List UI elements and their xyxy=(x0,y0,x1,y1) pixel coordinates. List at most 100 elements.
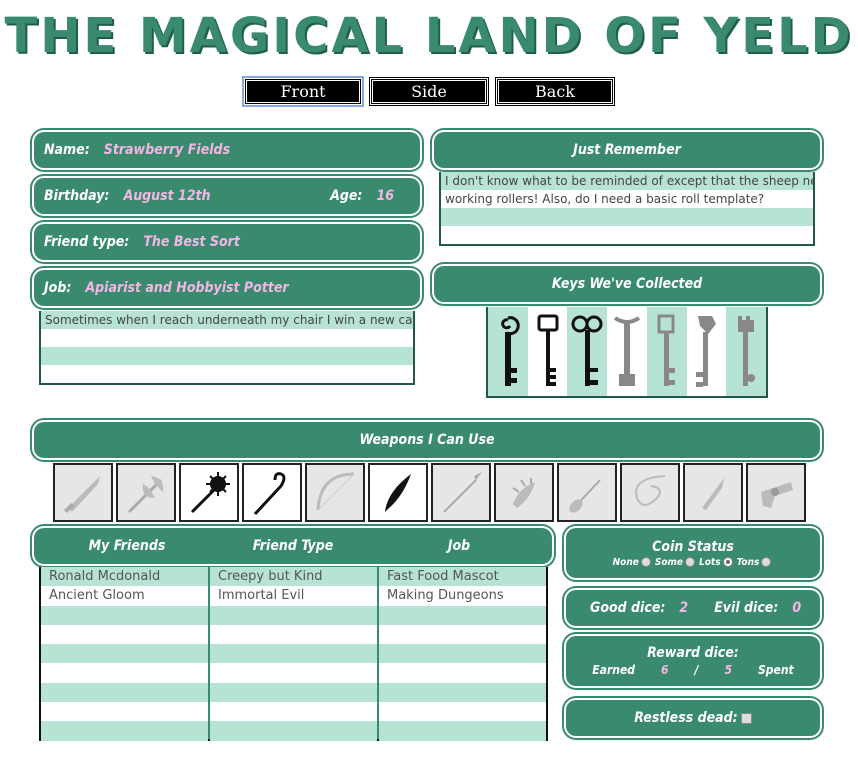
key-slot[interactable] xyxy=(646,307,687,396)
coin-none-radio[interactable] xyxy=(640,557,651,567)
whip-icon xyxy=(635,474,666,506)
crown-key-icon xyxy=(537,314,559,386)
remember-line xyxy=(441,226,813,244)
job-notes[interactable]: Sometimes when I reach underneath my cha… xyxy=(39,311,415,385)
bow-icon xyxy=(316,472,355,510)
friend-job-cell[interactable] xyxy=(379,682,546,703)
friend-name-cell[interactable] xyxy=(41,663,208,682)
age-label: Age: xyxy=(330,188,363,204)
weapon-slot[interactable] xyxy=(242,463,302,522)
friends-col-name: My Friends xyxy=(88,538,166,554)
friend-job-cell[interactable] xyxy=(379,605,546,625)
keys-header: Keys We've Collected xyxy=(434,266,820,302)
friend-name-cell[interactable]: Ancient Gloom xyxy=(41,586,208,605)
job-field[interactable]: Apiarist and Hobbyist Potter xyxy=(85,280,288,296)
evil-dice-field[interactable]: 0 xyxy=(792,600,801,616)
weapon-slot[interactable] xyxy=(305,463,365,522)
job-notes-line xyxy=(41,347,413,365)
page-title: THE MAGICAL LAND OF YELD xyxy=(4,8,854,64)
friend-name-cell[interactable] xyxy=(41,644,208,664)
friend-type-cell[interactable] xyxy=(210,663,377,682)
reward-spent-field[interactable]: 5 xyxy=(725,663,733,677)
friend-type-cell[interactable] xyxy=(210,682,377,703)
dice-panel: Good dice: 2 Evil dice: 0 xyxy=(566,590,820,626)
birthday-field[interactable]: August 12th xyxy=(123,188,210,204)
friend-job-cell[interactable]: Making Dungeons xyxy=(379,586,546,605)
evil-dice-label: Evil dice: xyxy=(714,600,779,616)
friend-name-cell[interactable] xyxy=(41,625,208,644)
coin-tons-radio[interactable] xyxy=(761,557,772,567)
friend-type-cell[interactable] xyxy=(210,644,377,664)
friend-type-cell[interactable] xyxy=(210,605,377,625)
key-slot[interactable] xyxy=(567,307,608,396)
weapon-slot[interactable] xyxy=(683,463,743,522)
friend-type-cell[interactable] xyxy=(210,702,377,721)
reward-dice-row: Earned 6 / 5 Spent xyxy=(592,663,793,677)
friend-name-cell[interactable]: Ronald Mcdonald xyxy=(41,567,208,587)
coin-lots-label: Lots xyxy=(699,556,721,568)
friend-name-cell[interactable] xyxy=(41,721,208,741)
friends-table: Ronald Mcdonald Ancient Gloom Creepy but… xyxy=(39,567,548,741)
friend-job-cell[interactable] xyxy=(379,644,546,664)
name-field[interactable]: Strawberry Fields xyxy=(104,142,230,158)
shepherds-crook-icon xyxy=(253,471,286,515)
weapon-slot[interactable] xyxy=(368,463,428,522)
friend-type-cell[interactable]: Creepy but Kind xyxy=(210,567,377,587)
tab-side[interactable]: Side xyxy=(369,77,489,106)
weapon-slot[interactable] xyxy=(431,463,491,522)
tower-key-icon xyxy=(738,315,756,386)
friend-job-cell[interactable] xyxy=(379,702,546,721)
friend-name-cell[interactable] xyxy=(41,605,208,625)
restless-dead-label: Restless dead: xyxy=(634,710,738,726)
reward-earned-label: Earned xyxy=(592,663,636,677)
key-slot[interactable] xyxy=(527,307,568,396)
weapon-slot[interactable] xyxy=(116,463,176,522)
battle-axe-icon xyxy=(127,475,164,513)
weapon-slot[interactable] xyxy=(179,463,239,522)
friends-job-column: Fast Food Mascot Making Dungeons xyxy=(379,567,546,741)
reward-separator: / xyxy=(694,663,699,677)
friend-job-cell[interactable] xyxy=(379,625,546,644)
reward-spent-label: Spent xyxy=(758,663,794,677)
friend-type-cell[interactable] xyxy=(210,721,377,741)
keys-panel xyxy=(486,307,768,398)
coin-lots-radio[interactable] xyxy=(722,557,733,567)
spiral-key-icon xyxy=(501,315,520,386)
tab-back[interactable]: Back xyxy=(495,77,615,106)
friend-name-cell[interactable] xyxy=(41,702,208,721)
remember-notes[interactable]: I don't know what to be reminded of exce… xyxy=(439,172,815,246)
friend-type-field[interactable]: The Best Sort xyxy=(143,234,240,250)
key-slot[interactable] xyxy=(488,307,528,396)
friend-job-cell[interactable]: Fast Food Mascot xyxy=(379,567,546,587)
friend-type-cell[interactable] xyxy=(210,625,377,644)
friend-type-label: Friend type: xyxy=(44,234,130,250)
tab-front[interactable]: Front xyxy=(242,76,364,107)
dagger-icon xyxy=(64,475,100,513)
good-dice-field[interactable]: 2 xyxy=(679,600,688,616)
weapons-header: Weapons I Can Use xyxy=(34,422,820,458)
friend-name-cell[interactable] xyxy=(41,682,208,703)
spiked-knuckles-icon xyxy=(512,477,535,508)
weapon-slot[interactable] xyxy=(494,463,554,522)
weapon-slot[interactable] xyxy=(557,463,617,522)
key-slot[interactable] xyxy=(726,307,767,396)
key-slot[interactable] xyxy=(607,307,647,396)
age-field[interactable]: 16 xyxy=(376,188,394,204)
job-label: Job: xyxy=(44,280,72,296)
good-dice-label: Good dice: xyxy=(590,600,666,616)
friend-job-cell[interactable] xyxy=(379,721,546,741)
restless-dead-checkbox[interactable] xyxy=(740,712,752,724)
pistol-icon xyxy=(761,481,793,508)
key-slot[interactable] xyxy=(686,307,727,396)
friend-job-cell[interactable] xyxy=(379,663,546,682)
friends-header-row: My Friends Friend Type Job xyxy=(44,538,542,554)
reward-earned-field[interactable]: 6 xyxy=(661,663,669,677)
remember-line: I don't know what to be reminded of exce… xyxy=(441,172,813,190)
weapon-slot[interactable] xyxy=(53,463,113,522)
weapon-slot[interactable] xyxy=(746,463,806,522)
friend-type-cell[interactable]: Immortal Evil xyxy=(210,586,377,605)
weapon-slot[interactable] xyxy=(620,463,680,522)
coin-tons-label: Tons xyxy=(736,556,760,568)
reward-dice-title: Reward dice: xyxy=(647,645,739,661)
coin-some-radio[interactable] xyxy=(685,557,695,567)
